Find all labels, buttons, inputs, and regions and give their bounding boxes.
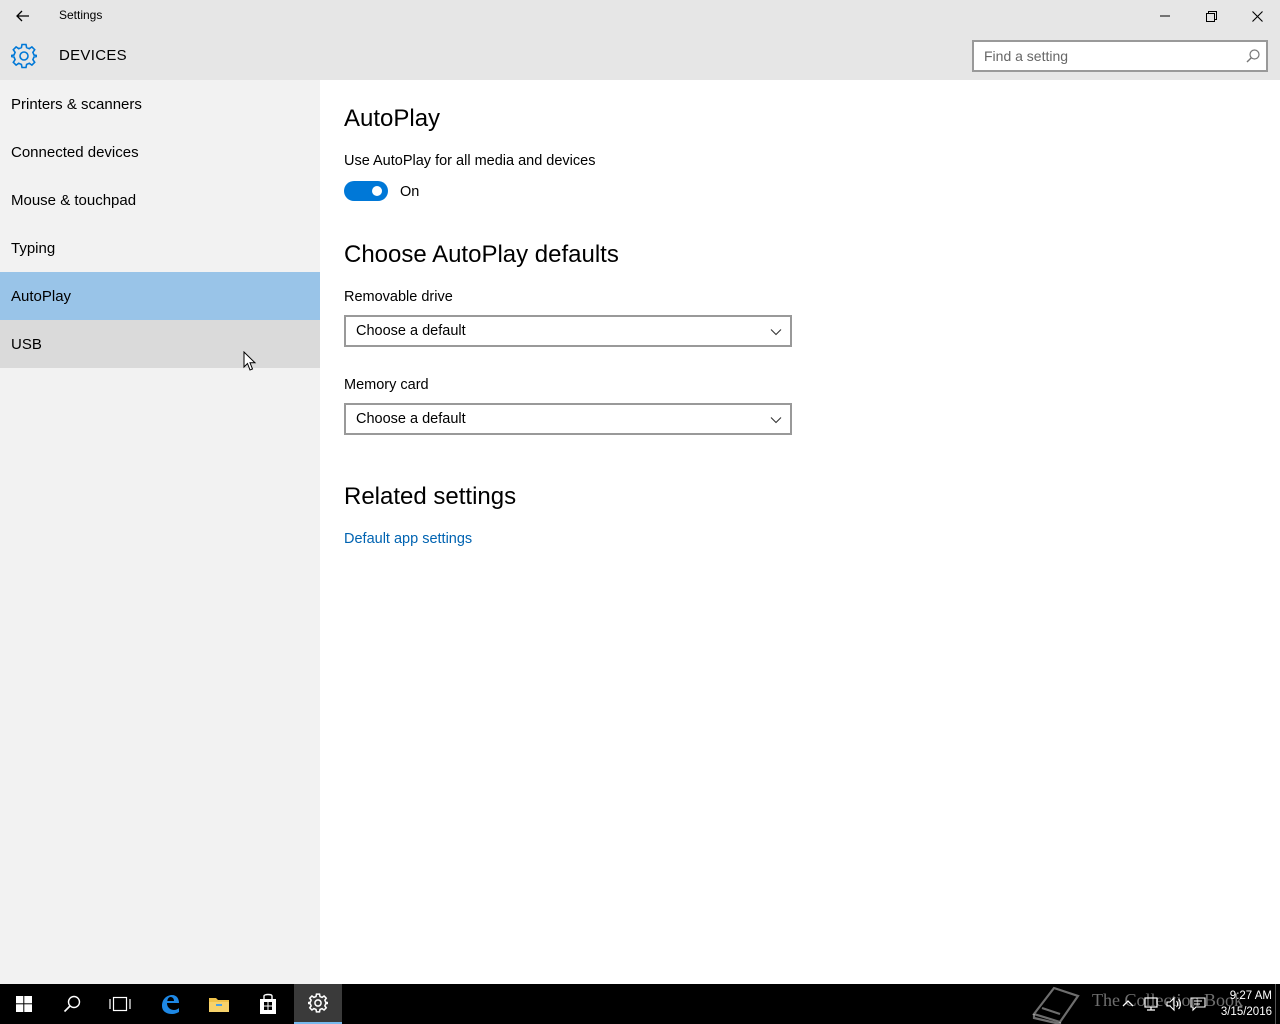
settings-icon — [308, 993, 328, 1013]
start-icon — [16, 996, 32, 1012]
action-center-icon[interactable] — [1190, 996, 1206, 1012]
sidebar-item-autoplay[interactable]: AutoPlay — [0, 272, 320, 320]
restore-button[interactable] — [1188, 0, 1234, 32]
autoplay-toggle[interactable] — [344, 181, 388, 201]
minimize-icon — [1160, 15, 1170, 17]
sidebar-item-label: Typing — [11, 239, 56, 257]
settings-header: DEVICES — [0, 32, 1280, 80]
section-title: DEVICES — [59, 47, 127, 64]
sidebar-item-typing[interactable]: Typing — [0, 224, 320, 272]
store-icon — [260, 993, 276, 1014]
window-title: Settings — [59, 8, 103, 22]
clock-time: 9:27 AM — [1229, 990, 1272, 1002]
book-logo-icon — [1032, 986, 1080, 1024]
toggle-knob — [372, 186, 382, 196]
memory-card-label: Memory card — [344, 377, 429, 393]
taskbar-search-button[interactable] — [48, 984, 96, 1024]
taskbar-clock[interactable]: 9:27 AM 3/15/2016 — [1212, 988, 1272, 1020]
title-bar: Settings — [0, 0, 1280, 32]
chevron-up-icon[interactable] — [1120, 996, 1136, 1012]
default-app-settings-link[interactable]: Default app settings — [344, 531, 472, 547]
store-button[interactable] — [244, 984, 292, 1024]
dropdown-value: Choose a default — [356, 323, 466, 339]
settings-taskbar-button[interactable] — [294, 984, 342, 1024]
defaults-heading: Choose AutoPlay defaults — [344, 241, 619, 268]
minimize-button[interactable] — [1142, 0, 1188, 32]
search-input[interactable] — [974, 42, 1234, 70]
taskbar: The Collection Book 9:27 AM 3/15/2016 — [0, 984, 1280, 1024]
search-box[interactable] — [972, 40, 1268, 72]
task-view-icon — [109, 996, 131, 1012]
mouse-cursor-icon — [243, 351, 257, 371]
volume-icon[interactable] — [1166, 996, 1182, 1012]
dropdown-value: Choose a default — [356, 411, 466, 427]
related-settings-heading: Related settings — [344, 483, 517, 510]
search-icon — [63, 995, 81, 1013]
edge-icon — [162, 995, 179, 1014]
sidebar-item-label: AutoPlay — [11, 287, 72, 305]
show-desktop-button[interactable] — [1275, 984, 1280, 1024]
clock-date: 3/15/2016 — [1220, 1006, 1272, 1018]
memory-card-dropdown[interactable]: Choose a default — [344, 403, 792, 435]
back-arrow-icon — [16, 10, 29, 22]
start-button[interactable] — [0, 984, 48, 1024]
gear-icon — [11, 43, 37, 69]
search-icon[interactable] — [1246, 49, 1260, 63]
sidebar-nav: Printers & scanners Connected devices Mo… — [0, 80, 320, 984]
sidebar-item-label: Connected devices — [11, 143, 139, 161]
file-explorer-button[interactable] — [195, 984, 243, 1024]
sidebar-item-label: Printers & scanners — [11, 95, 142, 113]
task-view-button[interactable] — [96, 984, 144, 1024]
toggle-state-text: On — [400, 184, 420, 200]
removable-drive-label: Removable drive — [344, 289, 453, 305]
chevron-down-icon — [770, 329, 782, 336]
restore-icon — [1205, 10, 1217, 22]
page-title: AutoPlay — [344, 105, 441, 132]
sidebar-item-printers-scanners[interactable]: Printers & scanners — [0, 80, 320, 128]
sidebar-item-mouse-touchpad[interactable]: Mouse & touchpad — [0, 176, 320, 224]
autoplay-toggle-label: Use AutoPlay for all media and devices — [344, 153, 596, 169]
chevron-down-icon — [770, 417, 782, 424]
sidebar-item-connected-devices[interactable]: Connected devices — [0, 128, 320, 176]
close-button[interactable] — [1234, 0, 1280, 32]
edge-button[interactable] — [146, 984, 194, 1024]
sidebar-item-usb[interactable]: USB — [0, 320, 320, 368]
sidebar-item-label: USB — [11, 335, 42, 353]
back-button[interactable] — [0, 0, 46, 32]
removable-drive-dropdown[interactable]: Choose a default — [344, 315, 792, 347]
file-explorer-icon — [209, 998, 229, 1012]
sidebar-item-label: Mouse & touchpad — [11, 191, 137, 209]
close-icon — [1251, 10, 1263, 22]
network-icon[interactable] — [1143, 996, 1159, 1012]
